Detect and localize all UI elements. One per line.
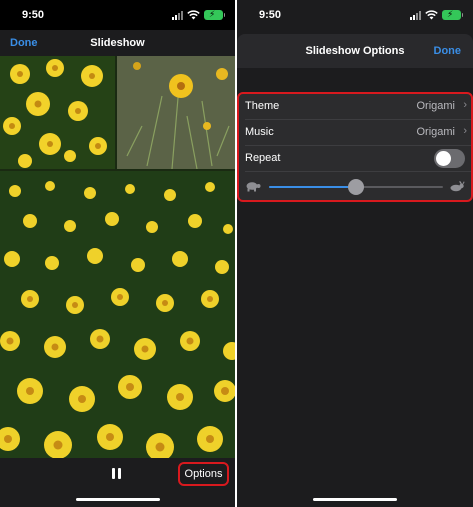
status-bar: 9:50 ⚡: [237, 0, 473, 30]
divider: [245, 171, 471, 172]
theme-row[interactable]: Theme Origami ›: [239, 94, 471, 120]
done-button[interactable]: Done: [434, 45, 462, 57]
signal-icon: [410, 10, 421, 20]
slider-fill: [269, 186, 356, 188]
page-title: Slideshow: [90, 37, 145, 49]
speed-slider[interactable]: [269, 179, 443, 195]
battery-icon: ⚡: [204, 9, 225, 20]
flower-photo-3: [0, 171, 235, 458]
slideshow-options-screen: 9:50 ⚡ Slideshow Options Done Theme Orig…: [237, 0, 473, 507]
options-sheet: Slideshow Options Done Theme Origami › M…: [237, 34, 473, 507]
chevron-right-icon: ›: [463, 125, 467, 137]
flower-photo-2: [117, 56, 235, 169]
theme-value: Origami: [416, 100, 455, 112]
chevron-right-icon: ›: [463, 99, 467, 111]
wifi-icon: [187, 10, 200, 20]
status-icons: ⚡: [410, 9, 463, 20]
slideshow-screen: 9:50 ⚡ Done Slideshow Options: [0, 0, 235, 507]
photo-collage: [0, 56, 235, 458]
sheet-header: Slideshow Options Done: [237, 34, 473, 68]
music-value: Origami: [416, 126, 455, 138]
toggle-knob: [436, 151, 451, 166]
turtle-icon: [246, 182, 261, 192]
status-time: 9:50: [259, 9, 282, 21]
battery-icon: ⚡: [442, 9, 463, 20]
speed-slider-row: [239, 174, 471, 200]
slider-thumb[interactable]: [348, 179, 364, 195]
hare-icon: [450, 181, 465, 192]
status-time: 9:50: [22, 9, 45, 21]
repeat-label: Repeat: [245, 152, 281, 164]
options-button[interactable]: Options: [178, 462, 229, 486]
navigation-bar: Done Slideshow: [0, 30, 235, 56]
status-bar: 9:50 ⚡: [0, 0, 235, 30]
music-label: Music: [245, 126, 274, 138]
playback-toolbar: Options: [0, 458, 235, 507]
theme-label: Theme: [245, 100, 280, 112]
repeat-toggle[interactable]: [434, 149, 465, 168]
wifi-icon: [425, 10, 438, 20]
pause-icon[interactable]: [112, 468, 124, 480]
music-row[interactable]: Music Origami ›: [239, 120, 471, 146]
flower-photo-1: [0, 56, 115, 169]
repeat-row: Repeat: [239, 146, 471, 172]
signal-icon: [172, 10, 183, 20]
options-list: Theme Origami › Music Origami › Repeat: [237, 92, 473, 202]
home-indicator: [75, 498, 160, 501]
home-indicator: [313, 498, 397, 501]
status-icons: ⚡: [172, 9, 225, 20]
